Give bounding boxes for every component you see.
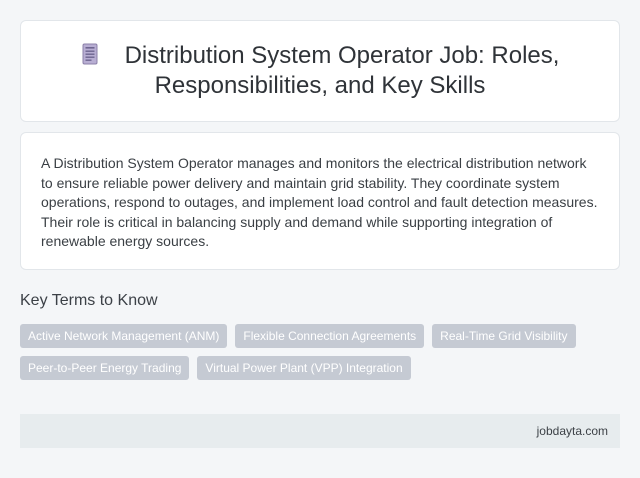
key-term-chip[interactable]: Real-Time Grid Visibility [432,324,576,348]
title-card: Distribution System Operator Job: Roles,… [20,20,620,122]
page-title-text: Distribution System Operator Job: Roles,… [124,42,560,99]
page-title: Distribution System Operator Job: Roles,… [51,41,589,101]
key-terms-heading: Key Terms to Know [20,292,158,309]
description-text: A Distribution System Operator manages a… [41,155,598,250]
key-term-chip[interactable]: Virtual Power Plant (VPP) Integration [197,356,411,380]
description-card: A Distribution System Operator manages a… [20,132,620,270]
key-term-chip[interactable]: Flexible Connection Agreements [235,324,425,348]
page: Distribution System Operator Job: Roles,… [0,0,640,478]
key-term-chip[interactable]: Active Network Management (ANM) [20,324,228,348]
key-term-chip[interactable]: Peer-to-Peer Energy Trading [20,356,190,380]
footer: jobdayta.com [20,414,620,448]
key-terms-list: Active Network Management (ANM) Flexible… [20,324,620,380]
document-icon [82,43,98,65]
footer-site-link[interactable]: jobdayta.com [537,424,608,438]
